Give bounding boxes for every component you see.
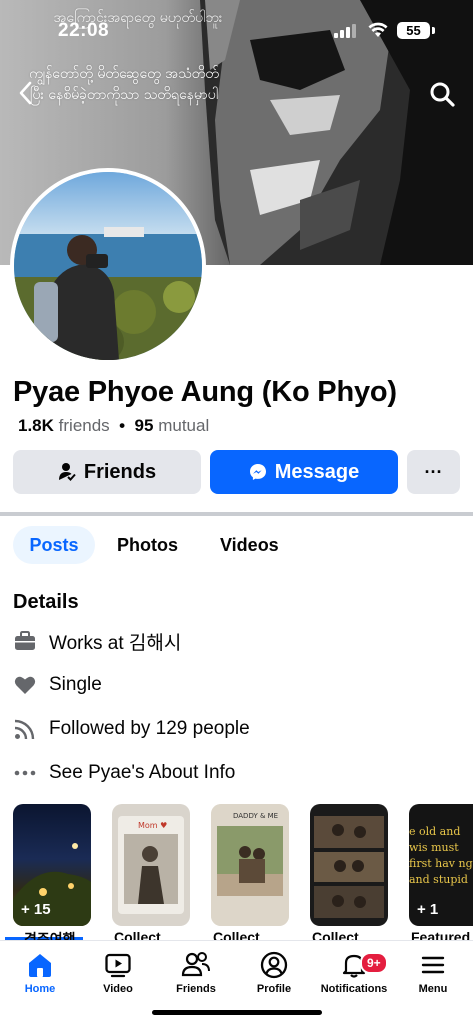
nav-video[interactable]: Video (78, 947, 158, 995)
nav-friends[interactable]: Friends (156, 947, 236, 995)
section-divider (0, 512, 473, 516)
cover-caption: ကျွန်တော်တို့ မိတ်ဆွေတွေ အသံတိတ်ပြီး နေစ… (29, 66, 219, 103)
detail-work[interactable]: Works at 김해시 (13, 627, 181, 655)
highlight-count: + 1 (417, 901, 439, 918)
highlight-thumbnail (314, 816, 384, 918)
nav-profile-label: Profile (256, 983, 292, 995)
video-icon (78, 947, 158, 983)
friend-counts[interactable]: 1.8K friends • 95 mutual (18, 416, 209, 436)
see-about-info-text: See Pyae's About Info (49, 762, 236, 783)
nav-notifications[interactable]: 9+ Notifications (314, 947, 394, 995)
notification-badge: 9+ (360, 952, 388, 974)
detail-followers[interactable]: Followed by 129 people (13, 715, 250, 743)
signal-icon (334, 24, 356, 38)
svg-text:DADDY & ME: DADDY & ME (233, 812, 278, 820)
highlight-card[interactable]: + 15 (13, 804, 91, 926)
friends-count: 1.8K (18, 416, 54, 435)
highlight-card[interactable]: e old and wis must first hav ng and stup… (409, 804, 473, 926)
profile-avatar[interactable] (10, 168, 206, 364)
avatar-photo (14, 172, 202, 360)
highlight-thumbnail: DADDY & ME (211, 804, 289, 926)
counts-separator: • (119, 416, 126, 435)
mutual-count: 95 (134, 416, 154, 435)
mutual-label: mutual (158, 416, 210, 435)
highlight-card[interactable]: DADDY & ME (211, 804, 289, 926)
home-icon (0, 947, 80, 983)
briefcase-icon (13, 629, 37, 653)
more-dots-icon (13, 761, 37, 785)
nav-video-label: Video (103, 983, 133, 995)
tab-photos[interactable]: Photos (117, 526, 178, 564)
wifi-icon (368, 22, 388, 37)
detail-followers-text: Followed by 129 people (49, 718, 250, 739)
tab-posts[interactable]: Posts (13, 526, 95, 564)
nav-home[interactable]: Home (0, 947, 80, 995)
battery-icon: 55 (397, 22, 430, 39)
highlight-thumbnail: Mom ♥ (118, 816, 184, 914)
battery-tip (432, 27, 435, 34)
see-about-info[interactable]: See Pyae's About Info (13, 759, 235, 787)
details-heading: Details (13, 591, 79, 613)
back-arrow-icon[interactable] (12, 78, 42, 108)
highlight-card[interactable]: Mom ♥ (112, 804, 190, 926)
home-indicator (152, 1010, 322, 1015)
tab-videos[interactable]: Videos (220, 526, 279, 564)
highlight-card[interactable] (310, 804, 388, 926)
friends-button[interactable]: Friends (13, 450, 201, 494)
nav-friends-label: Friends (176, 983, 216, 995)
friend-check-icon (58, 463, 76, 481)
nav-notifications-label: Notifications (320, 983, 388, 995)
messenger-icon (249, 464, 266, 480)
message-button-label: Message (274, 460, 360, 483)
status-time: 22:08 (58, 20, 110, 41)
rss-icon (13, 717, 37, 741)
menu-icon (393, 947, 473, 983)
highlight-quote: e old and wis must first hav ng and stup… (409, 825, 473, 886)
svg-text:Mom ♥: Mom ♥ (138, 821, 167, 830)
heart-icon (13, 673, 37, 697)
nav-home-label: Home (24, 983, 56, 995)
message-button[interactable]: Message (210, 450, 398, 494)
nav-menu-label: Menu (418, 983, 448, 995)
highlight-count: + 15 (21, 901, 51, 918)
detail-relationship-text: Single (49, 674, 102, 695)
nav-menu[interactable]: Menu (393, 947, 473, 995)
status-bar: 22:08 55 (0, 0, 473, 52)
friends-button-label: Friends (83, 460, 157, 483)
more-options-button[interactable]: ··· (407, 450, 460, 494)
friends-icon (156, 947, 236, 983)
friends-label: friends (58, 416, 110, 435)
profile-icon (234, 947, 314, 983)
profile-name: Pyae Phyoe Aung (Ko Phyo) (13, 376, 397, 408)
detail-relationship[interactable]: Single (13, 671, 102, 699)
nav-profile[interactable]: Profile (234, 947, 314, 995)
search-icon[interactable] (426, 78, 458, 110)
detail-work-text: Works at 김해시 (49, 632, 182, 654)
